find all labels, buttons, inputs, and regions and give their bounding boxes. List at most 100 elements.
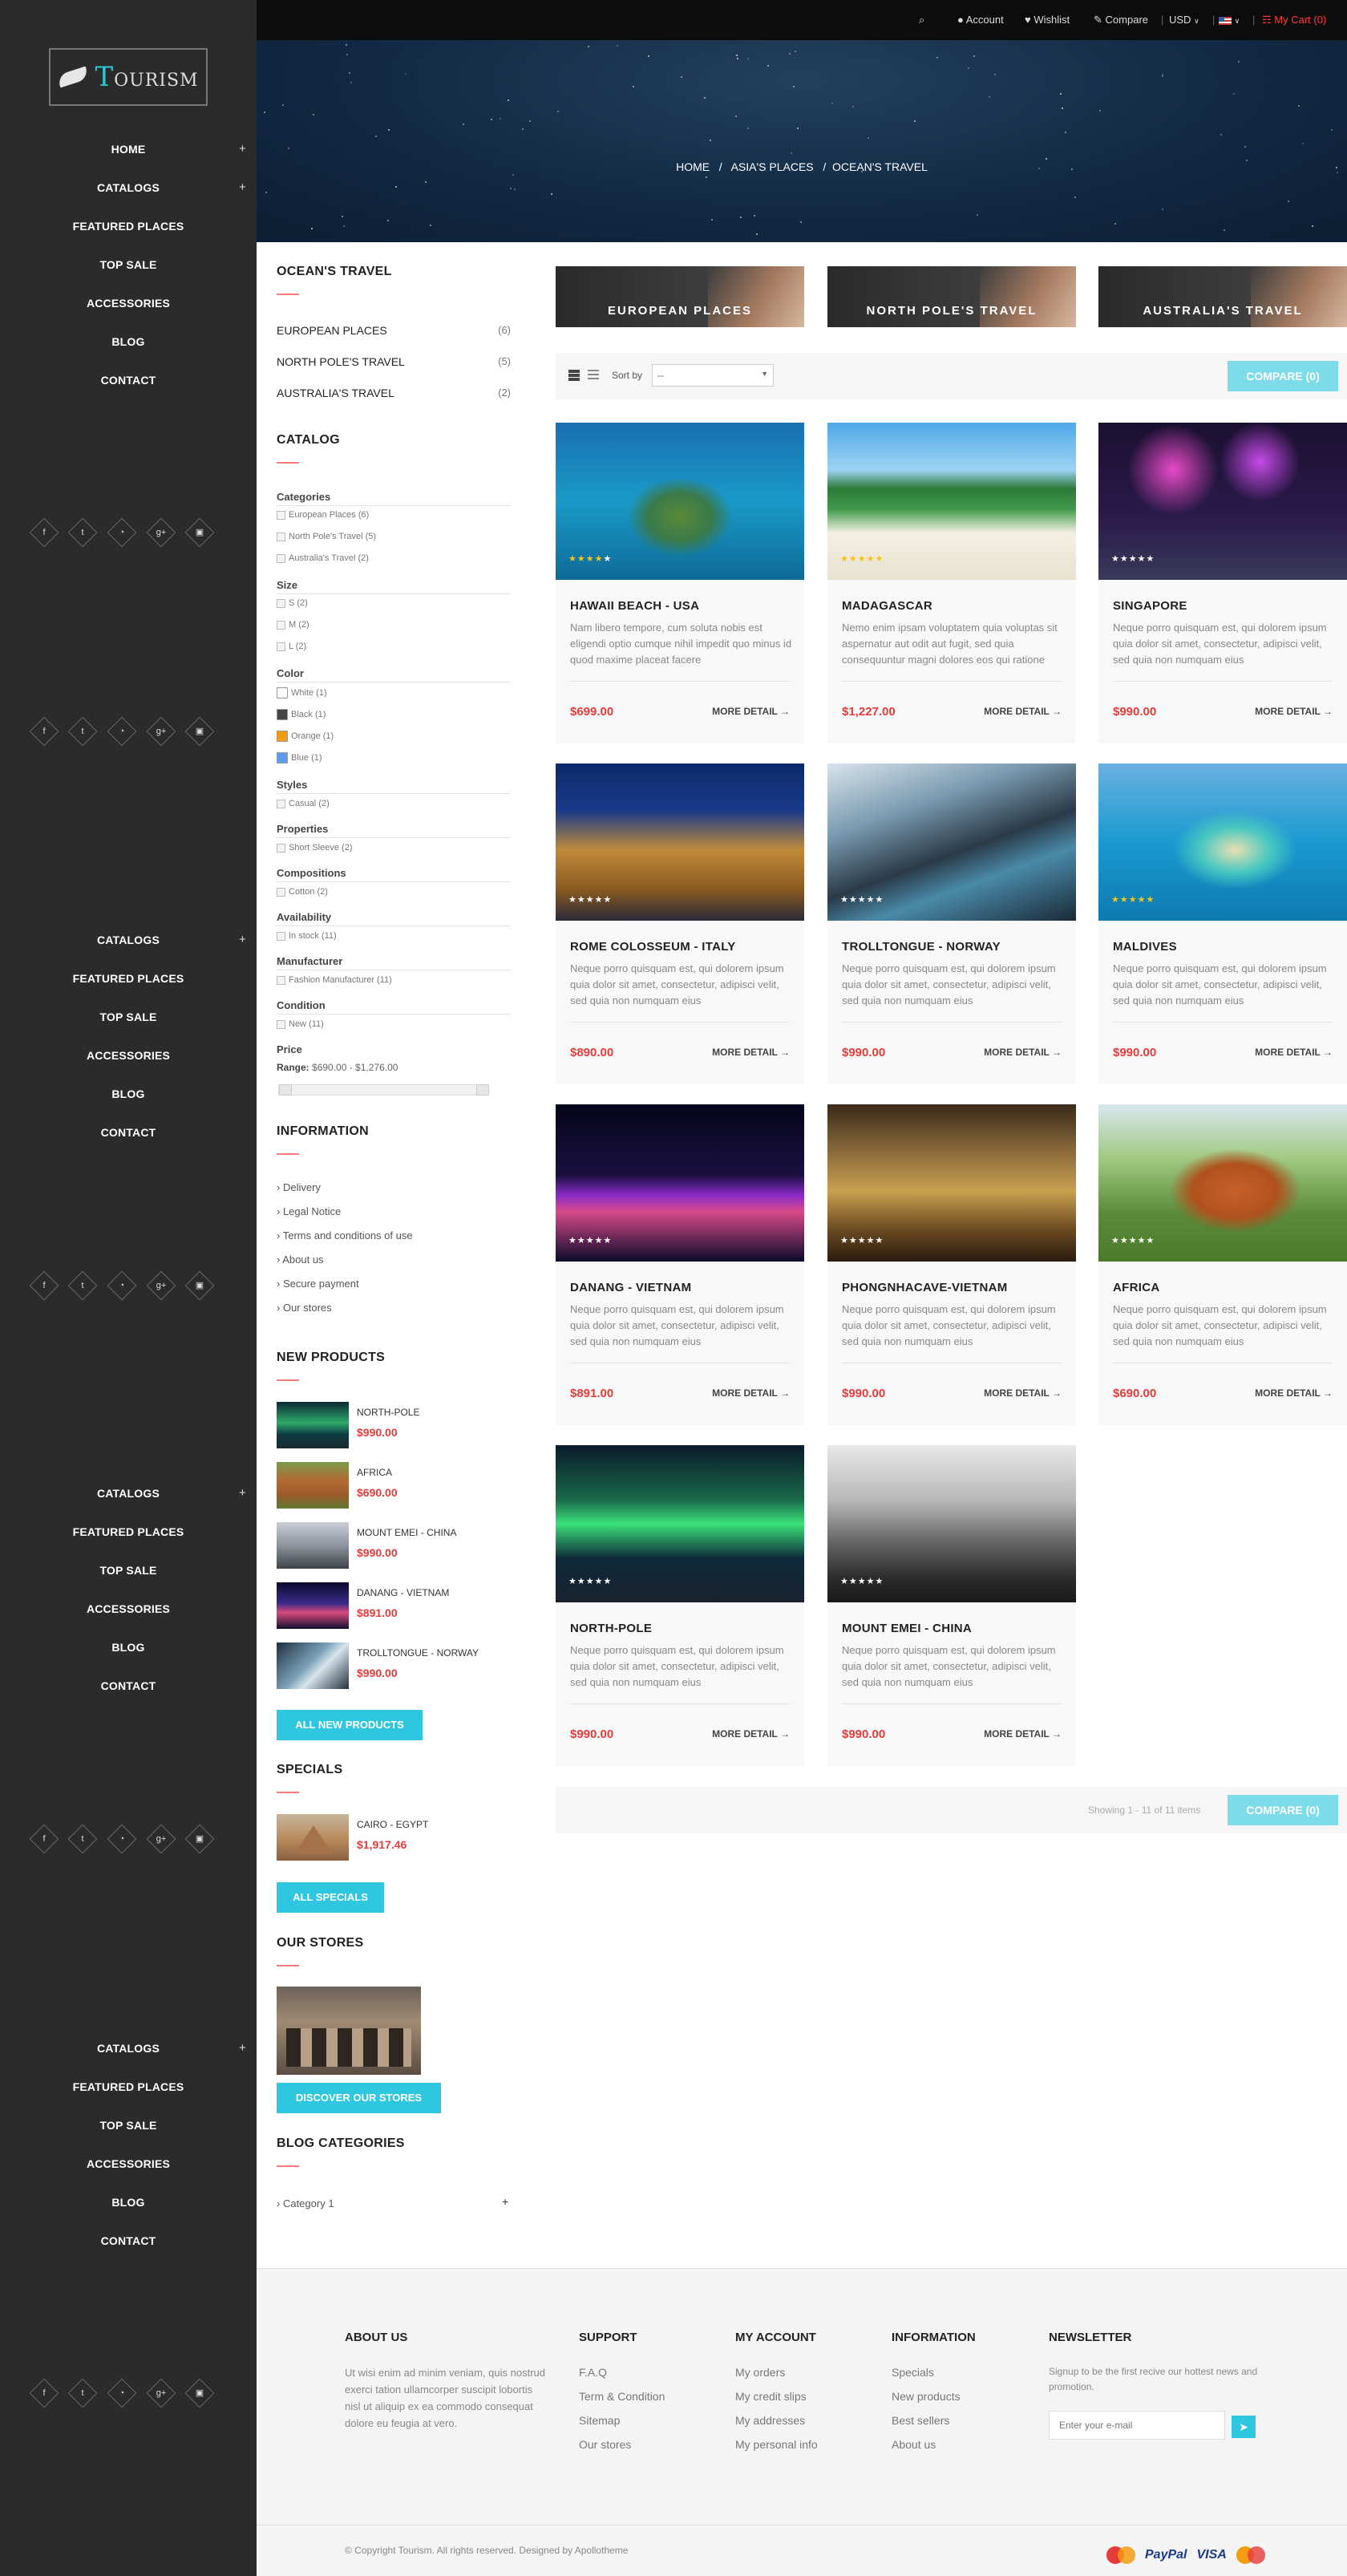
information-link[interactable]: › Our stores: [277, 1302, 332, 1314]
footer-link[interactable]: Best sellers: [892, 2414, 949, 2427]
product-image[interactable]: ★★★★★: [827, 1104, 1076, 1262]
cart-link[interactable]: ☶ My Cart (0): [1262, 14, 1326, 26]
sidebar-item-contact[interactable]: CONTACT: [0, 361, 257, 399]
filter-option[interactable]: M (2): [277, 620, 309, 630]
filter-option[interactable]: White (1): [277, 687, 327, 699]
sidebar-item-catalogs[interactable]: CATALOGS +: [0, 921, 257, 959]
filter-option[interactable]: Casual (2): [277, 799, 330, 808]
footer-link[interactable]: Specials: [892, 2366, 934, 2379]
sidebar-item-top-sale[interactable]: TOP SALE: [0, 245, 257, 284]
footer-link[interactable]: Term & Condition: [579, 2390, 665, 2403]
rss-icon[interactable]: ◔: [107, 1270, 137, 1301]
facebook-icon[interactable]: f: [29, 716, 59, 747]
product-title[interactable]: MOUNT EMEI - CHINA: [842, 1622, 972, 1635]
more-detail-link[interactable]: MORE DETAIL →: [712, 1387, 790, 1399]
sidebar-item-featured-places[interactable]: FEATURED PLACES: [0, 1513, 257, 1551]
google-plus-icon[interactable]: g+: [146, 716, 176, 747]
product-card[interactable]: ★★★★★ SINGAPORE Neque porro quisquam est, …: [1098, 423, 1347, 743]
facebook-icon[interactable]: f: [29, 517, 59, 548]
rss-icon[interactable]: ◔: [107, 517, 137, 548]
instagram-icon[interactable]: ▣: [184, 517, 215, 548]
product-card[interactable]: ★★★★★ TROLLTONGUE - NORWAY Neque porro qui…: [827, 763, 1076, 1084]
checkbox[interactable]: [277, 553, 285, 563]
instagram-icon[interactable]: ▣: [184, 2378, 215, 2408]
sidebar-item-featured-places[interactable]: FEATURED PLACES: [0, 2068, 257, 2106]
more-detail-link[interactable]: MORE DETAIL →: [1255, 1387, 1333, 1399]
footer-link[interactable]: My orders: [735, 2366, 785, 2379]
product-card[interactable]: ★★★★★ MOUNT EMEI - CHINA Neque porro quisq…: [827, 1445, 1076, 1766]
checkbox[interactable]: [277, 931, 285, 941]
new-product-name[interactable]: DANANG - VIETNAM: [357, 1587, 449, 1598]
all-specials-button[interactable]: ALL SPECIALS: [277, 1882, 384, 1913]
filter-option[interactable]: Australia's Travel (2): [277, 553, 369, 563]
sidebar-item-featured-places[interactable]: FEATURED PLACES: [0, 959, 257, 998]
product-card[interactable]: ★★★★★ MADAGASCAR Nemo enim ipsam voluptate…: [827, 423, 1076, 743]
expand-icon[interactable]: +: [239, 921, 246, 959]
sidebar-item-blog[interactable]: BLOG: [0, 1075, 257, 1113]
expand-icon[interactable]: +: [239, 2029, 246, 2068]
more-detail-link[interactable]: MORE DETAIL →: [984, 1728, 1062, 1740]
new-product-thumbnail[interactable]: [277, 1522, 349, 1569]
product-title[interactable]: SINGAPORE: [1113, 599, 1187, 613]
checkbox[interactable]: [277, 532, 285, 541]
new-product-thumbnail[interactable]: [277, 1582, 349, 1629]
facebook-icon[interactable]: f: [29, 2378, 59, 2408]
category-banner[interactable]: AUSTRALIA'S TRAVEL: [1098, 266, 1347, 327]
twitter-icon[interactable]: t: [67, 2378, 98, 2408]
footer-link[interactable]: F.A.Q: [579, 2366, 607, 2379]
information-link[interactable]: › About us: [277, 1254, 324, 1266]
footer-link[interactable]: My addresses: [735, 2414, 805, 2427]
filter-option[interactable]: Fashion Manufacturer (11): [277, 975, 392, 985]
filter-option[interactable]: New (11): [277, 1019, 324, 1029]
product-title[interactable]: HAWAII BEACH - USA: [570, 599, 699, 613]
product-image[interactable]: ★★★★★: [556, 763, 804, 921]
special-product[interactable]: CAIRO - EGYPT $1,917.46: [277, 1814, 517, 1862]
checkbox[interactable]: [277, 843, 285, 853]
expand-icon[interactable]: +: [239, 1474, 246, 1513]
checkbox[interactable]: [277, 887, 285, 897]
new-product-name[interactable]: TROLLTONGUE - NORWAY: [357, 1647, 479, 1659]
checkbox[interactable]: [277, 642, 285, 651]
product-image[interactable]: ★★★★★: [1098, 763, 1347, 921]
product-card[interactable]: ★★★★★ MALDIVES Neque porro quisquam est, q…: [1098, 763, 1347, 1084]
compare-link[interactable]: ✎ Compare: [1094, 14, 1148, 26]
facebook-icon[interactable]: f: [29, 1270, 59, 1301]
price-slider[interactable]: [278, 1084, 489, 1096]
breadcrumb-home[interactable]: HOME: [676, 160, 710, 173]
color-swatch[interactable]: [277, 731, 288, 742]
facebook-icon[interactable]: f: [29, 1824, 59, 1854]
sidebar-item-accessories[interactable]: ACCESSORIES: [0, 1036, 257, 1075]
sidebar-item-accessories[interactable]: ACCESSORIES: [0, 284, 257, 322]
wishlist-link[interactable]: ♥ Wishlist: [1025, 14, 1070, 26]
new-product-item[interactable]: MOUNT EMEI - CHINA $990.00: [277, 1522, 517, 1570]
footer-link[interactable]: My personal info: [735, 2438, 818, 2451]
category-banner[interactable]: NORTH POLE'S TRAVEL: [827, 266, 1076, 327]
google-plus-icon[interactable]: g+: [146, 1270, 176, 1301]
sidebar-item-catalogs[interactable]: CATALOGS +: [0, 1474, 257, 1513]
product-image[interactable]: ★★★★★: [556, 423, 804, 580]
color-swatch[interactable]: [277, 687, 288, 699]
checkbox[interactable]: [277, 799, 285, 808]
product-image[interactable]: ★★★★★: [556, 1445, 804, 1602]
compare-button[interactable]: COMPARE (0): [1228, 361, 1338, 391]
sort-select[interactable]: -- ▼: [652, 364, 774, 387]
product-card[interactable]: ★★★★★ AFRICA Neque porro quisquam est, qui…: [1098, 1104, 1347, 1425]
expand-icon[interactable]: +: [239, 168, 246, 207]
google-plus-icon[interactable]: g+: [146, 1824, 176, 1854]
filter-option[interactable]: Black (1): [277, 709, 326, 720]
category-banner[interactable]: EUROPEAN PLACES: [556, 266, 804, 327]
sidebar-item-featured-places[interactable]: FEATURED PLACES: [0, 207, 257, 245]
new-product-name[interactable]: NORTH-POLE: [357, 1407, 419, 1418]
color-swatch[interactable]: [277, 709, 288, 720]
google-plus-icon[interactable]: g+: [146, 2378, 176, 2408]
filter-option[interactable]: Cotton (2): [277, 887, 328, 897]
twitter-icon[interactable]: t: [67, 716, 98, 747]
currency-selector[interactable]: USD ∨: [1169, 14, 1199, 26]
discover-stores-button[interactable]: DISCOVER OUR STORES: [277, 2083, 441, 2113]
filter-option[interactable]: Orange (1): [277, 731, 334, 742]
new-product-item[interactable]: AFRICA $690.00: [277, 1462, 517, 1510]
information-link[interactable]: › Terms and conditions of use: [277, 1229, 413, 1241]
footer-link[interactable]: Sitemap: [579, 2414, 620, 2427]
special-thumbnail[interactable]: [277, 1814, 349, 1861]
all-new-products-button[interactable]: ALL NEW PRODUCTS: [277, 1710, 423, 1740]
